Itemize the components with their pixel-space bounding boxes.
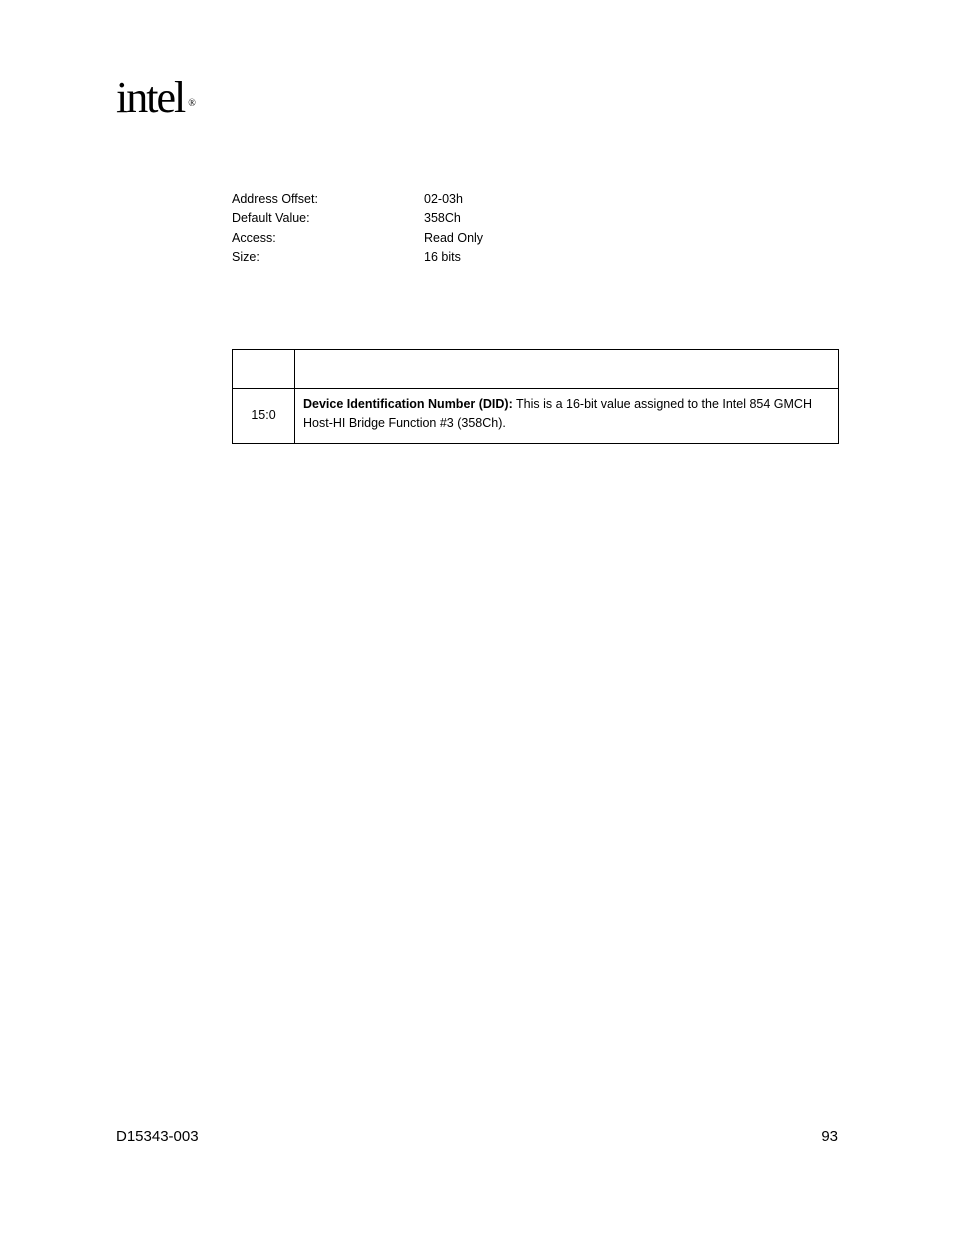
footer-page-num: 93: [821, 1128, 838, 1145]
registered-mark: ®: [188, 98, 194, 109]
prop-value: 02-03h: [424, 190, 463, 209]
prop-value: 358Ch: [424, 209, 461, 228]
desc-bold: Device Identification Number (DID):: [303, 397, 513, 411]
intel-logo: intel ®: [116, 72, 194, 123]
prop-row: Access: Read Only: [232, 229, 483, 248]
prop-value: 16 bits: [424, 248, 461, 267]
table-row: 15:0 Device Identification Number (DID):…: [233, 389, 839, 444]
prop-label: Size:: [232, 248, 424, 267]
prop-label: Default Value:: [232, 209, 424, 228]
col-header-description: [295, 350, 839, 389]
bitfield-table: 15:0 Device Identification Number (DID):…: [232, 349, 839, 444]
footer-doc-id: D15343-003: [116, 1128, 199, 1145]
logo-text: intel: [116, 73, 184, 122]
table-header-row: [233, 350, 839, 389]
prop-label: Address Offset:: [232, 190, 424, 209]
cell-bit: 15:0: [233, 389, 295, 444]
prop-row: Size: 16 bits: [232, 248, 483, 267]
cell-description: Device Identification Number (DID): This…: [295, 389, 839, 444]
col-header-bit: [233, 350, 295, 389]
prop-row: Address Offset: 02-03h: [232, 190, 483, 209]
prop-label: Access:: [232, 229, 424, 248]
prop-value: Read Only: [424, 229, 483, 248]
register-properties: Address Offset: 02-03h Default Value: 35…: [232, 190, 483, 268]
prop-row: Default Value: 358Ch: [232, 209, 483, 228]
